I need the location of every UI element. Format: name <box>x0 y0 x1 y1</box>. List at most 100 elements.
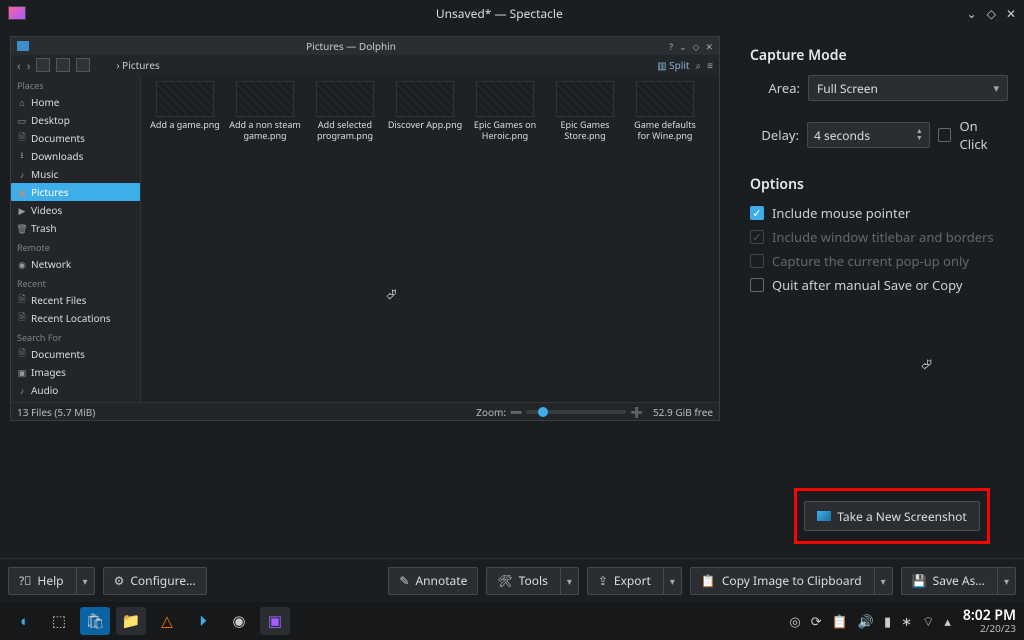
delay-spinbox[interactable]: 4 seconds ▲▼ <box>807 122 930 148</box>
taskbar-chrome-icon[interactable]: ◉ <box>224 607 254 635</box>
spin-down-icon: ▼ <box>916 135 923 142</box>
on-click-checkbox[interactable]: On Click <box>938 117 1008 153</box>
app-icon <box>8 6 26 20</box>
gear-icon: ⚙ <box>114 572 125 589</box>
wifi-tray-icon[interactable]: ⌔ <box>922 612 934 630</box>
help-button[interactable]: ?⃝Help ▾ <box>8 567 95 595</box>
steam-tray-icon[interactable]: ◎ <box>789 612 800 630</box>
updates-tray-icon[interactable]: ⟳ <box>811 612 822 630</box>
trash-icon: 🗑 <box>17 223 27 233</box>
help-icon: ? <box>669 40 673 53</box>
pictures-icon: ▣ <box>17 187 27 197</box>
network-icon: ◉ <box>17 259 27 269</box>
quit-after-save-checkbox[interactable]: Quit after manual Save or Copy <box>750 276 1008 294</box>
audio-search-icon: ♪ <box>17 385 27 395</box>
split-button: ▥ Split <box>657 58 689 72</box>
area-select[interactable]: Full Screen▾ <box>808 75 1008 101</box>
taskbar-clock[interactable]: 8:02 PM 2/20/23 <box>963 608 1016 634</box>
taskbar: ◖ ⬚ 🛍 📁 △ ⏵ ◉ ▣ ◎ ⟳ 📋 🔊 ▮ ∗ ⌔ ▴ 8:02 PM … <box>0 602 1024 640</box>
options-heading: Options <box>750 175 1008 194</box>
volume-tray-icon[interactable]: 🔊 <box>858 612 874 630</box>
action-toolbar: ?⃝Help ▾ ⚙Configure... ✎Annotate 🛠Tools … <box>0 558 1024 602</box>
taskbar-settings-icon[interactable]: ⬚ <box>44 607 74 635</box>
status-file-count: 13 Files (5.7 MiB) <box>17 405 95 419</box>
copy-clipboard-button[interactable]: 📋Copy Image to Clipboard ▾ <box>690 567 893 595</box>
take-screenshot-button[interactable]: Take a New Screenshot <box>804 501 980 531</box>
taskbar-spectacle-icon[interactable]: ▣ <box>260 607 290 635</box>
videos-icon: ▶ <box>17 205 27 215</box>
zoom-slider <box>526 410 626 414</box>
delay-label: Delay: <box>750 126 799 144</box>
clipboard-icon: 📋 <box>701 572 716 589</box>
battery-tray-icon[interactable]: ▮ <box>884 612 891 630</box>
dolphin-max-icon: ◇ <box>693 40 700 53</box>
sidebar-item-pictures: ▣Pictures <box>11 183 140 201</box>
documents-icon: 🗎 <box>17 133 27 143</box>
close-icon[interactable]: ✕ <box>1006 5 1016 22</box>
include-pointer-checkbox[interactable]: ✓Include mouse pointer <box>750 204 1008 222</box>
zoom-label: Zoom: <box>476 405 506 419</box>
taskbar-discover-icon[interactable]: 🛍 <box>80 607 110 635</box>
preview-pane: Pictures — Dolphin ? ⌄ ◇ ✕ ‹ › › Picture… <box>10 36 720 550</box>
tools-icon: 🛠 <box>497 572 512 589</box>
dolphin-sidebar: Places ⌂Home ▭Desktop 🗎Documents ⭳Downlo… <box>11 75 141 402</box>
export-icon: ⇪ <box>598 572 608 589</box>
downloads-icon: ⭳ <box>17 151 27 161</box>
area-label: Area: <box>750 79 800 97</box>
minimize-icon[interactable]: ⌄ <box>967 5 977 22</box>
clipboard-tray-icon[interactable]: 📋 <box>832 612 848 630</box>
home-icon: ⌂ <box>17 97 27 107</box>
places-header: Places <box>11 75 140 93</box>
export-button[interactable]: ⇪Export ▾ <box>587 567 682 595</box>
taskbar-player-icon[interactable]: ⏵ <box>188 607 218 635</box>
dolphin-min-icon: ⌄ <box>679 40 687 53</box>
recent-files-icon: 🗎 <box>17 295 27 305</box>
desktop-icon: ▭ <box>17 115 27 125</box>
view-details-icon <box>76 58 90 72</box>
cursor-icon: ⮰ <box>921 355 932 374</box>
screenshot-icon <box>817 511 831 521</box>
images-search-icon: ▣ <box>17 367 27 377</box>
dolphin-icon <box>17 41 29 51</box>
tray-expand-icon[interactable]: ▴ <box>944 612 951 630</box>
app-launcher-icon[interactable]: ◖ <box>8 607 38 635</box>
recent-locations-icon: 🗎 <box>17 313 27 323</box>
back-icon: ‹ <box>17 57 21 74</box>
breadcrumb: › Pictures <box>96 58 651 72</box>
settings-panel: Capture Mode Area: Full Screen▾ Delay: 4… <box>720 36 1014 550</box>
annotate-icon: ✎ <box>399 572 409 589</box>
capture-mode-heading: Capture Mode <box>750 46 1008 65</box>
view-icons-icon <box>36 58 50 72</box>
configure-button[interactable]: ⚙Configure... <box>103 567 207 595</box>
system-tray: ◎ ⟳ 📋 🔊 ▮ ∗ ⌔ ▴ <box>789 612 950 630</box>
view-compact-icon <box>56 58 70 72</box>
docs-search-icon: 🗎 <box>17 349 27 359</box>
status-free-space: 52.9 GiB free <box>653 405 713 419</box>
chevron-down-icon: ▾ <box>997 567 1015 595</box>
zoom-out-icon: ➖ <box>510 405 522 419</box>
window-title: Unsaved* — Spectacle <box>32 5 967 22</box>
chevron-down-icon: ▾ <box>76 567 94 595</box>
hamburger-icon: ≡ <box>707 58 713 72</box>
tools-button[interactable]: 🛠Tools ▾ <box>486 567 578 595</box>
help-icon: ?⃝ <box>19 572 31 589</box>
save-icon: 💾 <box>912 572 927 589</box>
maximize-icon[interactable]: ◇ <box>987 5 996 22</box>
chevron-down-icon: ▾ <box>560 567 578 595</box>
taskbar-dolphin-icon[interactable]: 📁 <box>116 607 146 635</box>
capture-popup-checkbox: Capture the current pop-up only <box>750 252 1008 270</box>
zoom-in-icon: ➕ <box>630 405 642 419</box>
annotate-button[interactable]: ✎Annotate <box>388 567 478 595</box>
dolphin-window-preview: Pictures — Dolphin ? ⌄ ◇ ✕ ‹ › › Picture… <box>11 37 719 420</box>
cursor-icon: ⮰ <box>386 285 396 303</box>
music-icon: ♪ <box>17 169 27 179</box>
dolphin-close-icon: ✕ <box>705 40 713 53</box>
bluetooth-tray-icon[interactable]: ∗ <box>901 612 912 630</box>
chevron-down-icon: ▾ <box>663 567 681 595</box>
include-titlebar-checkbox: ✓Include window titlebar and borders <box>750 228 1008 246</box>
save-as-button[interactable]: 💾Save As... ▾ <box>901 567 1016 595</box>
dolphin-file-grid: Add a game.png Add a non steam game.png … <box>141 75 719 402</box>
chevron-down-icon: ▾ <box>993 81 999 96</box>
taskbar-vlc-icon[interactable]: △ <box>152 607 182 635</box>
chevron-down-icon: ▾ <box>874 567 892 595</box>
